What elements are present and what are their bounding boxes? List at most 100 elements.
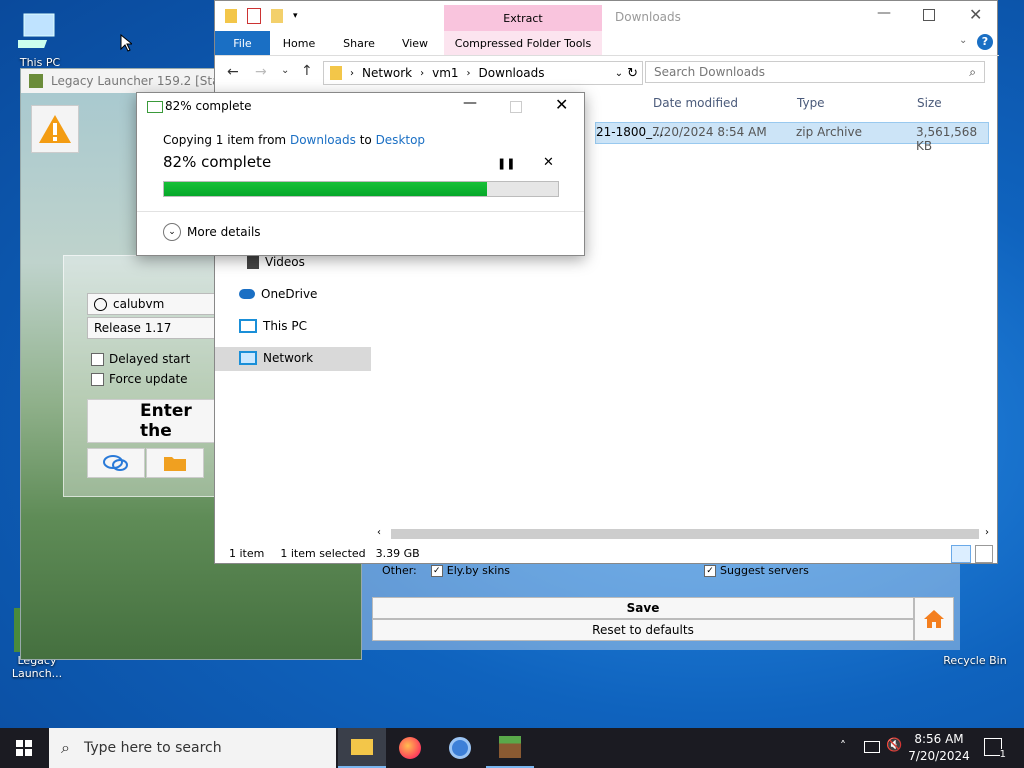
dialog-title: 82% complete	[165, 99, 252, 113]
status-count: 1 item	[229, 547, 265, 560]
nav-network[interactable]: Network	[239, 351, 313, 365]
warning-button[interactable]	[31, 105, 79, 153]
search-icon: ⌕	[61, 738, 70, 757]
copy-dest-link[interactable]: Desktop	[376, 133, 426, 147]
table-row[interactable]: 21-1800_... 7/20/2024 8:54 AM zip Archiv…	[595, 122, 989, 153]
file-explorer-taskbar-button[interactable]	[338, 728, 386, 768]
address-dropdown-icon[interactable]: ⌄	[615, 68, 623, 79]
ely-skins-checkbox[interactable]: ✓ Ely.by skins	[430, 564, 510, 577]
properties-icon[interactable]	[247, 8, 261, 24]
copy-progress-dialog: 82% complete — ✕ Copying 1 item from Dow…	[136, 92, 585, 256]
legacy-launcher-taskbar-button[interactable]	[486, 728, 534, 768]
breadcrumb-network[interactable]: Network	[362, 66, 412, 80]
cancel-copy-button[interactable]: ✕	[543, 155, 554, 170]
check-icon: ✓	[704, 564, 717, 577]
delayed-start-box[interactable]	[91, 352, 104, 366]
more-details-toggle[interactable]: ⌄ More details	[163, 223, 261, 241]
breadcrumb-downloads[interactable]: Downloads	[479, 66, 545, 80]
chevron-down-icon[interactable]: ▾	[293, 11, 298, 21]
refresh-icon[interactable]: ↻	[627, 66, 638, 81]
suggest-servers-checkbox[interactable]: ✓ Suggest servers	[704, 564, 809, 577]
other-label: Other:	[382, 564, 417, 577]
taskbar-search-input[interactable]: ⌕ Type here to search	[49, 728, 336, 768]
status-bar: 1 item 1 item selected 3.39 GB	[229, 547, 420, 560]
tiles-view-icon[interactable]	[975, 545, 993, 563]
tray-chevron-up-icon[interactable]: ˄	[840, 739, 846, 753]
home-button[interactable]	[914, 597, 954, 641]
file-size: 3,561,568 KB	[916, 125, 978, 153]
nav-this-pc-label: This PC	[263, 319, 307, 333]
this-pc-icon[interactable]	[8, 10, 62, 54]
desktop-label-recycle: Recycle Bin	[943, 654, 1007, 667]
tab-share[interactable]: Share	[337, 31, 381, 55]
delayed-start-checkbox[interactable]: Delayed start	[91, 352, 190, 366]
details-view-icon[interactable]	[951, 545, 971, 563]
column-size[interactable]: Size	[917, 96, 942, 110]
username-value: calubvm	[113, 297, 165, 311]
help-icon[interactable]: ?	[977, 34, 993, 50]
back-arrow-icon[interactable]: ←	[227, 64, 239, 80]
tab-view[interactable]: View	[393, 31, 437, 55]
forward-arrow-icon[interactable]: →	[255, 64, 267, 80]
scroll-right-icon[interactable]: ›	[985, 527, 989, 538]
tab-compressed-folder-tools[interactable]: Compressed Folder Tools	[444, 31, 602, 55]
force-update-checkbox[interactable]: Force update	[91, 372, 188, 386]
scroll-thumb[interactable]	[391, 529, 979, 539]
breadcrumb-vm1[interactable]: vm1	[432, 66, 458, 80]
warning-icon	[39, 115, 71, 143]
status-size: 3.39 GB	[375, 547, 420, 560]
computer-icon	[239, 319, 257, 333]
nav-onedrive[interactable]: OneDrive	[239, 287, 317, 301]
tab-share-label: Share	[343, 36, 375, 50]
username-field[interactable]: calubvm	[87, 293, 217, 315]
notification-button[interactable]: 1	[984, 738, 1006, 760]
breadcrumb-sep-icon: ›	[350, 67, 354, 79]
percent-complete-text: 82% complete	[163, 153, 272, 171]
column-type[interactable]: Type	[797, 96, 825, 110]
reset-defaults-button[interactable]: Reset to defaults	[372, 619, 914, 641]
folder-pin-icon[interactable]	[225, 9, 237, 23]
tab-view-label: View	[401, 36, 429, 50]
address-bar[interactable]: › Network › vm1 › Downloads ⌄ ↻	[323, 61, 643, 85]
maximize-button[interactable]	[923, 9, 935, 21]
nav-network-label: Network	[263, 351, 314, 365]
force-update-box[interactable]	[91, 372, 104, 386]
copy-source-link[interactable]: Downloads	[290, 133, 356, 147]
minimize-button[interactable]: —	[463, 95, 477, 111]
up-arrow-icon[interactable]: ↑	[301, 63, 313, 79]
save-button[interactable]: Save	[372, 597, 914, 619]
enter-game-label: Enter the	[140, 401, 192, 441]
nav-this-pc[interactable]: This PC	[239, 319, 307, 333]
folder-button[interactable]	[146, 448, 204, 478]
nav-videos[interactable]: Videos	[247, 255, 305, 269]
tab-file[interactable]: File	[215, 31, 270, 55]
window-title: Downloads	[615, 10, 681, 24]
enter-game-button[interactable]: Enter the	[87, 399, 217, 443]
version-select[interactable]: Release 1.17	[87, 317, 217, 339]
clock[interactable]: 8:56 AM 7/20/2024	[908, 731, 970, 765]
scroll-left-icon[interactable]: ‹	[377, 527, 381, 538]
volume-muted-icon[interactable]: 🔇	[886, 738, 902, 753]
firefox-taskbar-button[interactable]	[386, 728, 434, 768]
folder-icon	[351, 739, 373, 755]
new-folder-icon[interactable]	[271, 9, 283, 23]
check-icon: ✓	[430, 564, 443, 577]
progress-fill	[164, 182, 488, 196]
chromium-taskbar-button[interactable]	[436, 728, 484, 768]
network-tray-icon[interactable]	[864, 741, 880, 753]
start-windows-icon[interactable]	[16, 740, 32, 756]
pause-button[interactable]: ❚❚	[497, 157, 515, 170]
column-date-modified[interactable]: Date modified	[653, 96, 738, 110]
file-explorer-window: ▾ Extract Downloads — ✕ File Home Share …	[214, 0, 999, 564]
tab-home[interactable]: Home	[277, 31, 321, 55]
tab-extract[interactable]: Extract	[444, 5, 602, 31]
recent-dropdown-icon[interactable]: ⌄	[281, 65, 289, 76]
clock-time: 8:56 AM	[914, 732, 964, 746]
horizontal-scrollbar[interactable]: ‹ ›	[377, 527, 995, 541]
close-button[interactable]: ✕	[555, 95, 568, 114]
minimize-button[interactable]: —	[877, 5, 891, 21]
search-input[interactable]: Search Downloads ⌕	[645, 61, 985, 83]
close-button[interactable]: ✕	[969, 5, 982, 24]
chat-button[interactable]	[87, 448, 145, 478]
ribbon-expand-icon[interactable]: ⌄	[959, 35, 967, 46]
